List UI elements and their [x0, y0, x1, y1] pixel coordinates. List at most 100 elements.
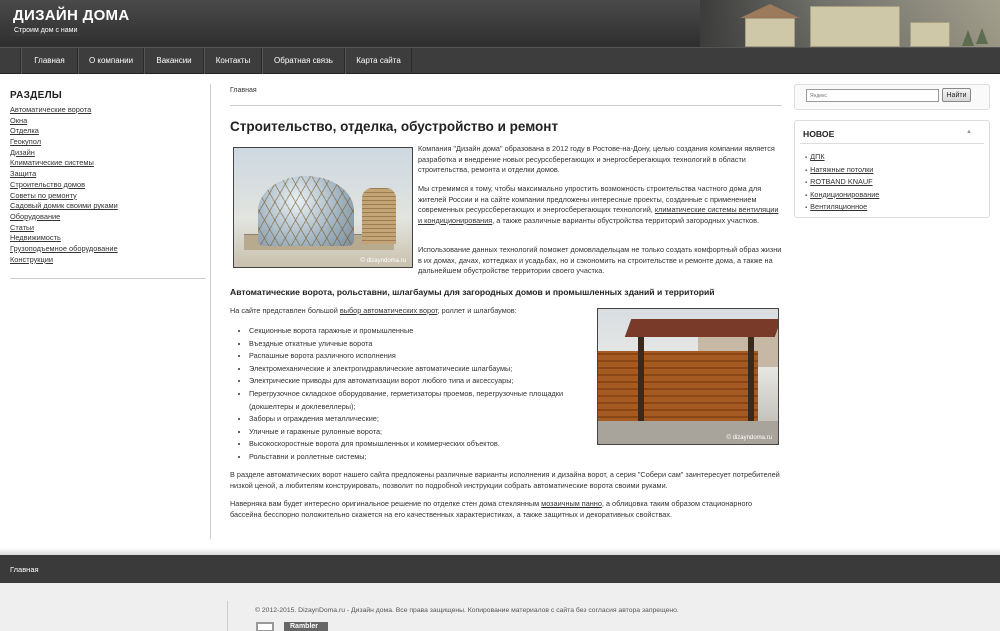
news-list: ДПК Натяжные потолки ROTBAND KNAUF Конди… — [805, 151, 879, 214]
breadcrumb-home[interactable]: Главная — [230, 87, 257, 94]
list-item: Высокоскоростные ворота для промышленных… — [249, 438, 589, 451]
sidebar-item-construction[interactable]: Строительство домов — [10, 180, 85, 189]
dome-stairs — [362, 188, 396, 244]
gates-intro-text-b: , роллет и шлагбаумов: — [437, 306, 517, 315]
sidebar-item: Недвижимость — [10, 233, 206, 244]
collapse-icon[interactable]: ▲ — [966, 129, 972, 135]
list-item: Перегрузочное складское оборудование, ге… — [249, 388, 589, 413]
sliding-gate-image: © dizayndoma.ru — [597, 308, 779, 445]
sidebar-item: Отделка — [10, 126, 206, 137]
footer-bar — [0, 555, 1000, 583]
gate-post — [638, 337, 644, 425]
sidebar-item: Автоматические ворота — [10, 105, 206, 116]
copyright-text: © 2012-2015. DizaynDoma.ru - Дизайн дома… — [255, 607, 679, 614]
news-title: НОВОЕ — [803, 129, 835, 139]
sidebar-item: Конструкции — [10, 255, 206, 266]
image-watermark: © dizayndoma.ru — [726, 435, 772, 441]
counter-badge[interactable] — [256, 622, 274, 631]
list-item: Рольставни и роллетные системы; — [249, 451, 589, 464]
site-title[interactable]: ДИЗАЙН ДОМА — [13, 7, 129, 24]
sidebar-item-structures[interactable]: Конструкции — [10, 255, 53, 264]
sidebar-item: Строительство домов — [10, 180, 206, 191]
search-input[interactable] — [806, 89, 939, 102]
dome-shape — [258, 176, 354, 246]
sidebar-item-garden-house[interactable]: Садовый домик своими руками — [10, 201, 118, 210]
page-title: Строительство, отделка, обустройство и р… — [230, 119, 559, 134]
news-item: Кондиционирование — [805, 189, 879, 202]
nav-item-sitemap[interactable]: Карта сайта — [345, 48, 412, 74]
mosaic-paragraph: Наверняка вам будет интересно оригинальн… — [230, 499, 782, 520]
sidebar-item-repair-tips[interactable]: Советы по ремонту — [10, 191, 77, 200]
house-wing — [910, 22, 950, 47]
sidebar-item-windows[interactable]: Окна — [10, 116, 27, 125]
nav-item-contacts[interactable]: Контакты — [204, 48, 262, 74]
sidebar-item-protection[interactable]: Защита — [10, 169, 36, 178]
sidebar-item-gates[interactable]: Автоматические ворота — [10, 105, 91, 114]
wooden-gate — [598, 351, 758, 423]
sidebar-item: Статьи — [10, 223, 206, 234]
gate-post — [748, 337, 754, 425]
gates-list: Секционные ворота гаражные и промышленны… — [249, 325, 589, 464]
gates-summary-paragraph: В разделе автоматических ворот нашего са… — [230, 470, 780, 490]
sidebar-item: Окна — [10, 116, 206, 127]
list-item: Электромеханические и электрогидравличес… — [249, 363, 589, 376]
list-item: Распашные ворота различного исполнения — [249, 350, 589, 363]
mission-text-b: , а также различные варианты обустройств… — [492, 215, 759, 225]
sidebar-divider — [10, 278, 206, 279]
sidebar-title: РАЗДЕЛЫ — [10, 90, 62, 101]
sidebar-item-finishing[interactable]: Отделка — [10, 126, 39, 135]
news-link-ventilation[interactable]: Вентиляционное — [810, 202, 867, 211]
house-facade — [745, 18, 795, 47]
nav-item-feedback[interactable]: Обратная связь — [262, 48, 345, 74]
geodome-image: © dizayndoma.ru — [233, 147, 413, 268]
search-button[interactable]: Найти — [942, 88, 971, 102]
sidebar-item-articles[interactable]: Статьи — [10, 223, 34, 232]
sidebar-item-equipment[interactable]: Оборудование — [10, 212, 60, 221]
mosaic-text-a: Наверняка вам будет интересно оригинальн… — [230, 499, 542, 508]
gates-intro: На сайте представлен большой выбор автом… — [230, 306, 590, 317]
sidebar-item: Дизайн — [10, 148, 206, 159]
sidebar-item: Грузоподъемное оборудование — [10, 244, 206, 255]
nav-item-about[interactable]: О компании — [78, 48, 144, 74]
news-link-ceilings[interactable]: Натяжные потолки — [810, 165, 873, 174]
news-link-dpk[interactable]: ДПК — [810, 152, 824, 161]
gates-selection-link[interactable]: выбор автоматических ворот — [340, 306, 438, 315]
sidebar-item-climate[interactable]: Климатические системы — [10, 158, 94, 167]
news-item: Вентиляционное — [805, 201, 879, 214]
rambler-counter[interactable]: Rambler — [284, 622, 328, 631]
header-house-image — [700, 0, 1000, 47]
sidebar-item-design[interactable]: Дизайн — [10, 148, 35, 157]
site-header: ДИЗАЙН ДОМА Строим дом с нами — [0, 0, 1000, 47]
sidebar-list: Автоматические ворота Окна Отделка Геоку… — [10, 105, 206, 265]
mosaic-panel-link[interactable]: мозаичным панно — [541, 499, 602, 508]
nav-spacer — [0, 48, 21, 74]
sidebar-item: Оборудование — [10, 212, 206, 223]
footer-link-home[interactable]: Главная — [10, 565, 39, 574]
news-link-conditioning[interactable]: Кондиционирование — [810, 190, 879, 199]
nav-item-vacancies[interactable]: Вакансии — [144, 48, 204, 74]
sidebar-item-realty[interactable]: Недвижимость — [10, 233, 61, 242]
benefits-paragraph: Использование данных технологий поможет … — [418, 245, 782, 275]
list-item: Электрические приводы для автоматизации … — [249, 375, 589, 388]
site-slogan: Строим дом с нами — [11, 25, 81, 36]
sidebar-item: Советы по ремонту — [10, 191, 206, 202]
sidebar-item-geodome[interactable]: Геокупол — [10, 137, 41, 146]
news-item: ROTBAND KNAUF — [805, 176, 879, 189]
news-link-rotband[interactable]: ROTBAND KNAUF — [810, 177, 872, 186]
mission-paragraph: Мы стремимся к тому, чтобы максимально у… — [418, 184, 782, 226]
house-roof — [740, 4, 800, 18]
sidebar-item: Защита — [10, 169, 206, 180]
sidebar-item: Климатические системы — [10, 158, 206, 169]
section-heading-gates: Автоматические ворота, рольставни, шлагб… — [230, 287, 715, 297]
image-watermark: © dizayndoma.ru — [360, 258, 406, 264]
gate-roof — [624, 319, 778, 337]
house-main — [810, 6, 900, 47]
sidebar: РАЗДЕЛЫ Автоматические ворота Окна Отдел… — [10, 90, 206, 265]
tree-icon — [976, 28, 988, 44]
sidebar-item-lifting[interactable]: Грузоподъемное оборудование — [10, 244, 118, 253]
nav-item-home[interactable]: Главная — [21, 48, 78, 74]
list-item: Секционные ворота гаражные и промышленны… — [249, 325, 589, 338]
breadcrumb-divider — [230, 105, 782, 106]
gate-ground — [598, 421, 778, 444]
news-divider — [800, 143, 984, 144]
